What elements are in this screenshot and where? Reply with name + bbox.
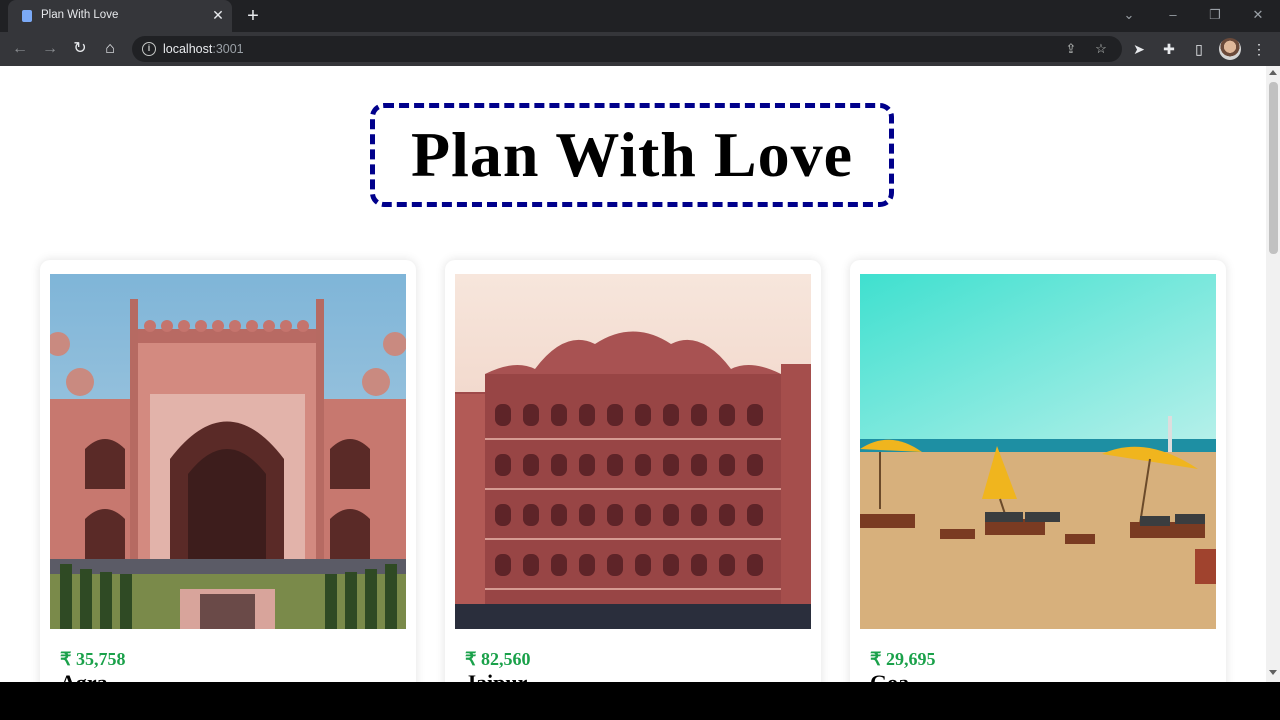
profile-avatar[interactable]: [1219, 38, 1241, 60]
tour-price: ₹ 82,560: [465, 649, 531, 669]
browser-toolbar: ← → ↻ ⌂ i localhost:3001 ⇪ ☆ ➤ ✚ ▯ ⋮: [0, 32, 1280, 66]
home-icon[interactable]: ⌂: [99, 38, 121, 60]
scroll-up-arrow-icon[interactable]: [1269, 70, 1277, 75]
tour-image-agra[interactable]: [50, 274, 406, 629]
page-title: Plan With Love: [411, 119, 853, 190]
tour-card-goa[interactable]: ₹ 29,695 Goa: [850, 260, 1226, 682]
tour-price: ₹ 29,695: [870, 649, 936, 669]
tab-title: Plan With Love: [41, 9, 119, 21]
tour-city: Goa: [870, 670, 909, 682]
browser-window: Plan With Love ✕ + ⌄ – ❐ ✕ ← → ↻ ⌂ i loc…: [0, 0, 1280, 682]
tour-card-jaipur[interactable]: ₹ 82,560 Jaipur: [445, 260, 821, 682]
bookmark-star-icon[interactable]: ☆: [1092, 40, 1110, 58]
tour-city: Jaipur: [465, 670, 527, 682]
site-info-icon[interactable]: i: [142, 42, 156, 56]
forward-icon[interactable]: →: [39, 38, 61, 60]
address-bar[interactable]: i localhost:3001 ⇪ ☆: [132, 36, 1122, 62]
tab-plan-with-love[interactable]: Plan With Love ✕: [8, 0, 232, 32]
tour-image-goa[interactable]: [860, 274, 1216, 629]
tour-price: ₹ 35,758: [60, 649, 126, 669]
tab-search-chevron-icon[interactable]: ⌄: [1118, 5, 1140, 25]
minimize-icon[interactable]: –: [1162, 5, 1184, 25]
scroll-down-arrow-icon[interactable]: [1269, 670, 1277, 675]
tour-city: Agra: [60, 670, 108, 682]
close-window-icon[interactable]: ✕: [1247, 5, 1269, 25]
tab-strip: Plan With Love ✕ + ⌄ – ❐ ✕: [0, 0, 1280, 32]
page-content: Plan With Love ₹ 35,758 ₹ 82,560 ₹ 29,69…: [0, 66, 1266, 682]
page-scrollbar[interactable]: [1266, 66, 1280, 682]
side-panel-icon[interactable]: ▯: [1189, 39, 1209, 59]
menu-kebab-icon[interactable]: ⋮: [1249, 39, 1269, 59]
extension-cursor-icon[interactable]: ➤: [1129, 39, 1149, 59]
page-favicon-icon: [22, 10, 32, 22]
tour-card-agra[interactable]: ₹ 35,758 Agra: [40, 260, 416, 682]
back-icon[interactable]: ←: [9, 38, 31, 60]
reload-icon[interactable]: ↻: [69, 38, 91, 60]
share-icon[interactable]: ⇪: [1062, 40, 1080, 58]
scrollbar-thumb[interactable]: [1269, 82, 1278, 254]
tour-image-jaipur[interactable]: [455, 274, 811, 629]
screen-bottom-bar: [0, 682, 1280, 720]
restore-icon[interactable]: ❐: [1204, 5, 1226, 25]
url-text[interactable]: localhost:3001: [163, 42, 244, 56]
page-heading-box: Plan With Love: [370, 103, 894, 207]
close-tab-icon[interactable]: ✕: [210, 7, 226, 23]
new-tab-icon[interactable]: +: [243, 6, 263, 26]
extensions-puzzle-icon[interactable]: ✚: [1159, 39, 1179, 59]
